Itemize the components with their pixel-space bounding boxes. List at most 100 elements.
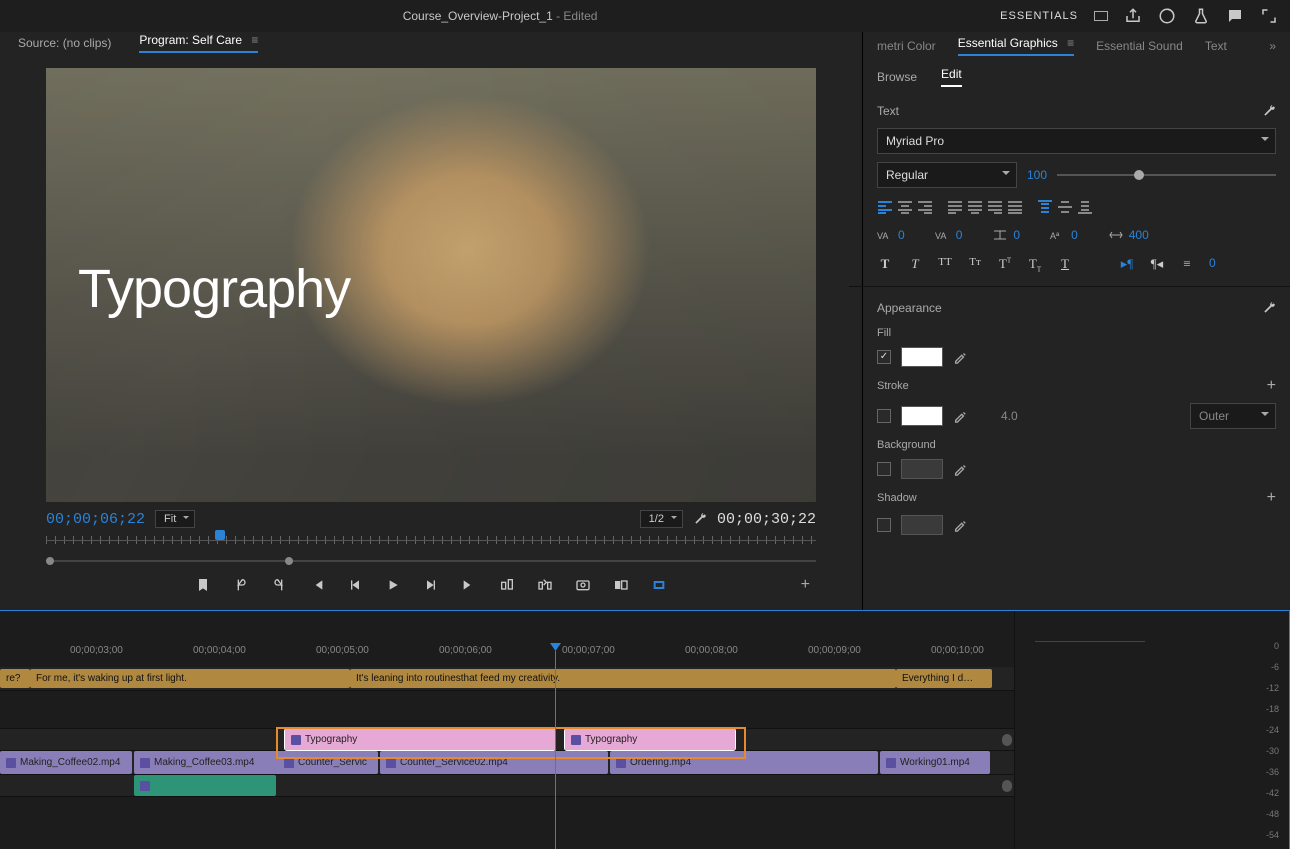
justify-all-button[interactable] xyxy=(1007,200,1023,214)
program-monitor[interactable]: Typography xyxy=(46,68,816,502)
out-point-button[interactable] xyxy=(271,577,287,593)
fill-swatch[interactable] xyxy=(901,347,943,367)
extract-button[interactable] xyxy=(537,577,553,593)
caption-track[interactable]: re?For me, it's waking up at first light… xyxy=(0,667,1014,691)
stroke-swatch[interactable] xyxy=(901,406,943,426)
stroke-position-dropdown[interactable]: Outer xyxy=(1190,403,1276,429)
program-tab[interactable]: Program: Self Care ≡ xyxy=(139,33,258,53)
chat-icon[interactable] xyxy=(1226,7,1244,25)
time-ruler[interactable] xyxy=(46,530,816,554)
stroke-checkbox[interactable] xyxy=(877,409,891,423)
underline-button[interactable]: T xyxy=(1057,256,1073,274)
valign-bottom-button[interactable] xyxy=(1077,200,1093,214)
eyedropper-icon[interactable] xyxy=(953,462,967,476)
workspace-label[interactable]: ESSENTIALS xyxy=(1000,10,1078,22)
progress-icon[interactable] xyxy=(1158,7,1176,25)
ltr-button[interactable]: ▸¶ xyxy=(1119,256,1135,274)
fill-checkbox[interactable] xyxy=(877,350,891,364)
video-clip[interactable]: Counter_Servic xyxy=(278,751,378,774)
smallcaps-button[interactable]: Tᴛ xyxy=(967,256,983,274)
essential-sound-tab[interactable]: Essential Sound xyxy=(1096,39,1183,53)
in-point-button[interactable] xyxy=(233,577,249,593)
shadow-swatch[interactable] xyxy=(901,515,943,535)
tsume-value[interactable]: 400 xyxy=(1129,228,1149,242)
current-timecode[interactable]: 00;00;06;22 xyxy=(46,511,145,528)
font-size-slider[interactable] xyxy=(1057,174,1276,176)
video-clip[interactable]: Ordering.mp4 xyxy=(610,751,878,774)
graphics-track[interactable]: Typography Typography xyxy=(0,729,1014,751)
zoom-slider[interactable] xyxy=(46,556,816,566)
step-back-button[interactable] xyxy=(347,577,363,593)
eyedropper-icon[interactable] xyxy=(953,518,967,532)
align-left-button[interactable] xyxy=(877,200,893,214)
subscript-button[interactable]: TT xyxy=(1027,256,1043,274)
share-icon[interactable] xyxy=(1124,7,1142,25)
italic-button[interactable]: T xyxy=(907,256,923,274)
shadow-checkbox[interactable] xyxy=(877,518,891,532)
justify-right-button[interactable] xyxy=(987,200,1003,214)
overlay-text[interactable]: Typography xyxy=(78,258,350,320)
scroll-thumb[interactable] xyxy=(1002,734,1012,746)
essential-graphics-tab[interactable]: Essential Graphics ≡ xyxy=(958,36,1074,56)
kerning-value[interactable]: 0 xyxy=(956,228,963,242)
leading-value[interactable]: 0 xyxy=(1013,228,1020,242)
workspace-icon[interactable] xyxy=(1094,11,1108,21)
step-forward-button[interactable] xyxy=(423,577,439,593)
marker-button[interactable] xyxy=(195,577,211,593)
play-button[interactable] xyxy=(385,577,401,593)
caption-clip[interactable]: It's leaning into routinesthat feed my c… xyxy=(350,669,896,688)
graphics-clip[interactable]: Typography xyxy=(565,729,735,750)
browse-subtab[interactable]: Browse xyxy=(877,70,917,84)
caption-clip[interactable]: Everything I d… xyxy=(896,669,992,688)
overflow-icon[interactable]: » xyxy=(1269,39,1276,53)
fullscreen-icon[interactable] xyxy=(1260,7,1278,25)
font-family-dropdown[interactable]: Myriad Pro xyxy=(877,128,1276,154)
allcaps-button[interactable]: TT xyxy=(937,256,953,274)
tategaki-button[interactable]: ≡ xyxy=(1179,256,1195,274)
font-weight-dropdown[interactable]: Regular xyxy=(877,162,1017,188)
panel-menu-icon[interactable]: ≡ xyxy=(1067,36,1074,50)
playhead-handle[interactable] xyxy=(215,530,225,540)
valign-top-button[interactable] xyxy=(1037,200,1053,214)
bold-button[interactable]: T xyxy=(877,256,893,274)
text-tab[interactable]: Text xyxy=(1205,39,1227,53)
valign-middle-button[interactable] xyxy=(1057,200,1073,214)
comparison-view-button[interactable] xyxy=(613,577,629,593)
superscript-button[interactable]: TT xyxy=(997,256,1013,274)
baseline-value[interactable]: 0 xyxy=(1071,228,1078,242)
wrench-icon[interactable] xyxy=(1262,102,1276,120)
wrench-icon[interactable] xyxy=(1262,299,1276,317)
video-clip[interactable]: Counter_Service02.mp4 xyxy=(380,751,608,774)
video-clip[interactable]: Making_Coffee02.mp4 xyxy=(0,751,132,774)
scroll-thumb[interactable] xyxy=(1002,780,1012,792)
align-center-button[interactable] xyxy=(897,200,913,214)
edit-subtab[interactable]: Edit xyxy=(941,67,962,87)
beaker-icon[interactable] xyxy=(1192,7,1210,25)
lift-button[interactable] xyxy=(499,577,515,593)
rtl-button[interactable]: ¶◂ xyxy=(1149,256,1165,274)
caption-clip[interactable]: re? xyxy=(0,669,30,688)
video-track[interactable]: Making_Coffee02.mp4Making_Coffee03.mp4Co… xyxy=(0,751,1014,775)
tracking-value[interactable]: 0 xyxy=(898,228,905,242)
timeline-playhead[interactable] xyxy=(555,651,556,849)
caption-clip[interactable]: For me, it's waking up at first light. xyxy=(30,669,350,688)
export-frame-button[interactable] xyxy=(575,577,591,593)
go-to-in-button[interactable] xyxy=(309,577,325,593)
add-shadow-button[interactable]: + xyxy=(1267,489,1276,507)
timeline-ruler[interactable]: 00;00;03;0000;00;04;0000;00;05;0000;00;0… xyxy=(0,611,1014,663)
font-size-value[interactable]: 100 xyxy=(1027,168,1047,182)
add-button[interactable]: + xyxy=(801,576,810,594)
resolution-dropdown[interactable]: 1/2 xyxy=(640,510,683,528)
justify-left-button[interactable] xyxy=(947,200,963,214)
wrench-icon[interactable] xyxy=(693,510,707,528)
audio-clip[interactable] xyxy=(134,775,276,796)
go-to-out-button[interactable] xyxy=(461,577,477,593)
add-stroke-button[interactable]: + xyxy=(1267,377,1276,395)
safe-margins-button[interactable] xyxy=(651,577,667,593)
graphics-clip[interactable]: Typography xyxy=(285,729,555,750)
leading2-value[interactable]: 0 xyxy=(1209,256,1216,274)
video-clip[interactable]: Working01.mp4 xyxy=(880,751,990,774)
lumetri-tab[interactable]: metri Color xyxy=(877,39,936,53)
audio-track[interactable] xyxy=(0,775,1014,797)
stroke-width-value[interactable]: 4.0 xyxy=(1001,409,1018,423)
